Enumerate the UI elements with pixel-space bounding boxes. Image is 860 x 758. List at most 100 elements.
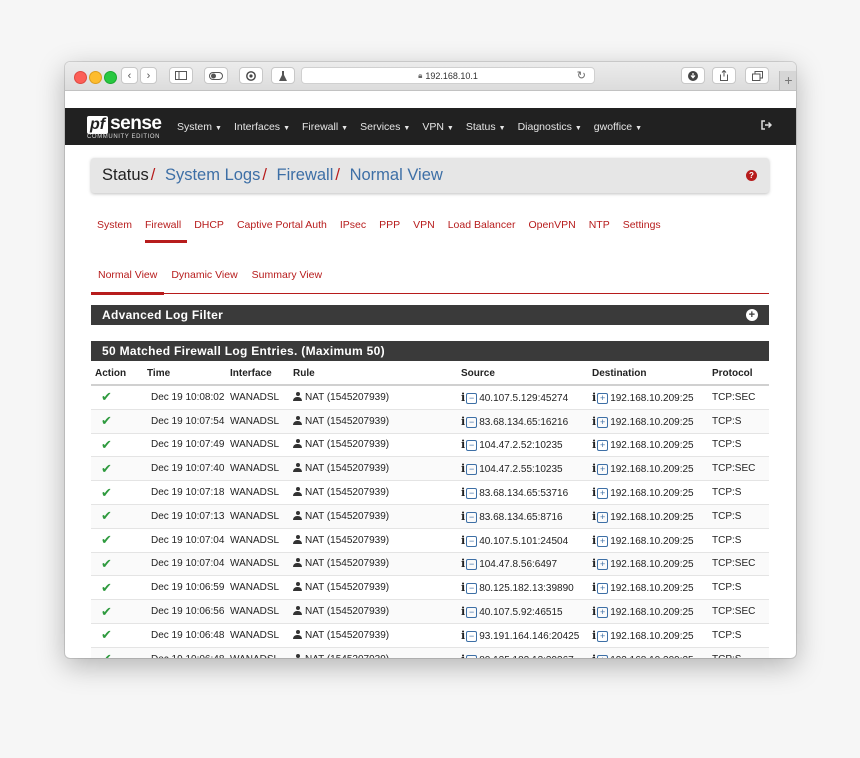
tab-normal-view[interactable]: Normal View xyxy=(91,266,165,295)
minus-square-icon[interactable]: − xyxy=(466,392,478,404)
minus-square-icon[interactable]: − xyxy=(466,630,478,642)
menu-system[interactable]: System ▼ xyxy=(177,121,222,133)
tab-dynamic-view[interactable]: Dynamic View xyxy=(164,266,244,293)
tab-firewall[interactable]: Firewall xyxy=(139,216,188,243)
downloads-button[interactable] xyxy=(681,67,705,84)
menu-diagnostics[interactable]: Diagnostics ▼ xyxy=(518,121,582,133)
pass-check-icon[interactable]: ✔ xyxy=(91,552,143,577)
info-icon[interactable]: i xyxy=(592,462,596,475)
column-header[interactable]: Action xyxy=(91,362,143,386)
column-header[interactable]: Source xyxy=(457,362,588,386)
tab-summary-view[interactable]: Summary View xyxy=(245,266,329,293)
forward-button[interactable]: › xyxy=(140,67,157,84)
log-rule[interactable]: NAT (1545207939) xyxy=(289,528,457,553)
share-button[interactable] xyxy=(712,67,736,84)
info-icon[interactable]: i xyxy=(592,653,596,658)
column-header[interactable]: Destination xyxy=(588,362,708,386)
close-window-button[interactable] xyxy=(74,71,87,84)
log-rule[interactable]: NAT (1545207939) xyxy=(289,599,457,624)
pass-check-icon[interactable]: ✔ xyxy=(91,385,143,410)
plus-square-icon[interactable]: + xyxy=(597,607,609,619)
pass-check-icon[interactable]: ✔ xyxy=(91,433,143,458)
flask-button[interactable] xyxy=(271,67,295,84)
log-rule[interactable]: NAT (1545207939) xyxy=(289,433,457,458)
breadcrumb-system-logs[interactable]: System Logs xyxy=(165,166,260,184)
tab-ntp[interactable]: NTP xyxy=(583,216,616,236)
info-icon[interactable]: i xyxy=(461,462,465,475)
tab-captive-portal-auth[interactable]: Captive Portal Auth xyxy=(231,216,333,236)
info-icon[interactable]: i xyxy=(592,391,596,404)
info-icon[interactable]: i xyxy=(461,605,465,618)
sidebar-toggle-button[interactable] xyxy=(169,67,193,84)
menu-firewall[interactable]: Firewall ▼ xyxy=(302,121,348,133)
column-header[interactable]: Protocol xyxy=(708,362,769,386)
tab-openvpn[interactable]: OpenVPN xyxy=(522,216,581,236)
plus-square-icon[interactable]: + xyxy=(597,488,609,500)
plus-square-icon[interactable]: + xyxy=(597,630,609,642)
tabs-overview-button[interactable] xyxy=(745,67,769,84)
log-rule[interactable]: NAT (1545207939) xyxy=(289,456,457,482)
plus-square-icon[interactable]: + xyxy=(597,440,609,452)
log-rule[interactable]: NAT (1545207939) xyxy=(289,385,457,410)
tab-ppp[interactable]: PPP xyxy=(373,216,406,236)
pass-check-icon[interactable]: ✔ xyxy=(91,575,143,601)
info-icon[interactable]: i xyxy=(461,653,465,658)
column-header[interactable]: Interface xyxy=(226,362,289,386)
info-icon[interactable]: i xyxy=(461,557,465,570)
minus-square-icon[interactable]: − xyxy=(466,535,478,547)
log-rule[interactable]: NAT (1545207939) xyxy=(289,575,457,601)
log-rule[interactable]: NAT (1545207939) xyxy=(289,480,457,505)
minus-square-icon[interactable]: − xyxy=(466,464,478,476)
breadcrumb-normal-view[interactable]: Normal View xyxy=(350,166,443,184)
new-tab-button[interactable]: + xyxy=(779,71,796,90)
minimize-window-button[interactable] xyxy=(89,71,102,84)
minus-square-icon[interactable]: − xyxy=(466,654,478,658)
breadcrumb-firewall[interactable]: Firewall xyxy=(277,166,334,184)
log-rule[interactable]: NAT (1545207939) xyxy=(289,647,457,658)
info-icon[interactable]: i xyxy=(592,605,596,618)
minus-square-icon[interactable]: − xyxy=(466,416,478,428)
pass-check-icon[interactable]: ✔ xyxy=(91,480,143,505)
tab-settings[interactable]: Settings xyxy=(617,216,667,236)
plus-square-icon[interactable]: + xyxy=(597,416,609,428)
pass-check-icon[interactable]: ✔ xyxy=(91,623,143,648)
plus-square-icon[interactable]: + xyxy=(597,559,609,571)
minus-square-icon[interactable]: − xyxy=(466,559,478,571)
menu-gwoffice[interactable]: gwoffice ▼ xyxy=(594,121,642,133)
menu-status[interactable]: Status ▼ xyxy=(466,121,506,133)
info-icon[interactable]: i xyxy=(461,629,465,642)
info-icon[interactable]: i xyxy=(461,534,465,547)
back-button[interactable]: ‹ xyxy=(121,67,138,84)
pass-check-icon[interactable]: ✔ xyxy=(91,647,143,658)
minus-square-icon[interactable]: − xyxy=(466,511,478,523)
minus-square-icon[interactable]: − xyxy=(466,583,478,595)
tab-ipsec[interactable]: IPsec xyxy=(334,216,372,236)
plus-circle-icon[interactable]: + xyxy=(746,309,758,321)
advanced-log-filter-panel[interactable]: Advanced Log Filter + xyxy=(91,305,769,325)
column-header[interactable]: Time xyxy=(143,362,226,386)
info-icon[interactable]: i xyxy=(592,534,596,547)
log-rule[interactable]: NAT (1545207939) xyxy=(289,623,457,648)
pass-check-icon[interactable]: ✔ xyxy=(91,409,143,434)
privacy-toggle-button[interactable] xyxy=(204,67,228,84)
minus-square-icon[interactable]: − xyxy=(466,607,478,619)
tab-vpn[interactable]: VPN xyxy=(407,216,441,236)
reload-icon[interactable]: ↻ xyxy=(577,69,586,82)
menu-services[interactable]: Services ▼ xyxy=(360,121,410,133)
minus-square-icon[interactable]: − xyxy=(466,440,478,452)
info-icon[interactable]: i xyxy=(592,438,596,451)
pass-check-icon[interactable]: ✔ xyxy=(91,456,143,482)
info-icon[interactable]: i xyxy=(461,581,465,594)
info-icon[interactable]: i xyxy=(592,510,596,523)
address-bar[interactable]: 🔒︎ 192.168.10.1 ↻ xyxy=(301,67,595,84)
info-icon[interactable]: i xyxy=(592,557,596,570)
logout-icon[interactable] xyxy=(761,119,773,133)
column-header[interactable]: Rule xyxy=(289,362,457,386)
info-icon[interactable]: i xyxy=(461,438,465,451)
log-rule[interactable]: NAT (1545207939) xyxy=(289,504,457,529)
minus-square-icon[interactable]: − xyxy=(466,488,478,500)
maximize-window-button[interactable] xyxy=(104,71,117,84)
info-icon[interactable]: i xyxy=(592,415,596,428)
plus-square-icon[interactable]: + xyxy=(597,583,609,595)
pass-check-icon[interactable]: ✔ xyxy=(91,504,143,529)
